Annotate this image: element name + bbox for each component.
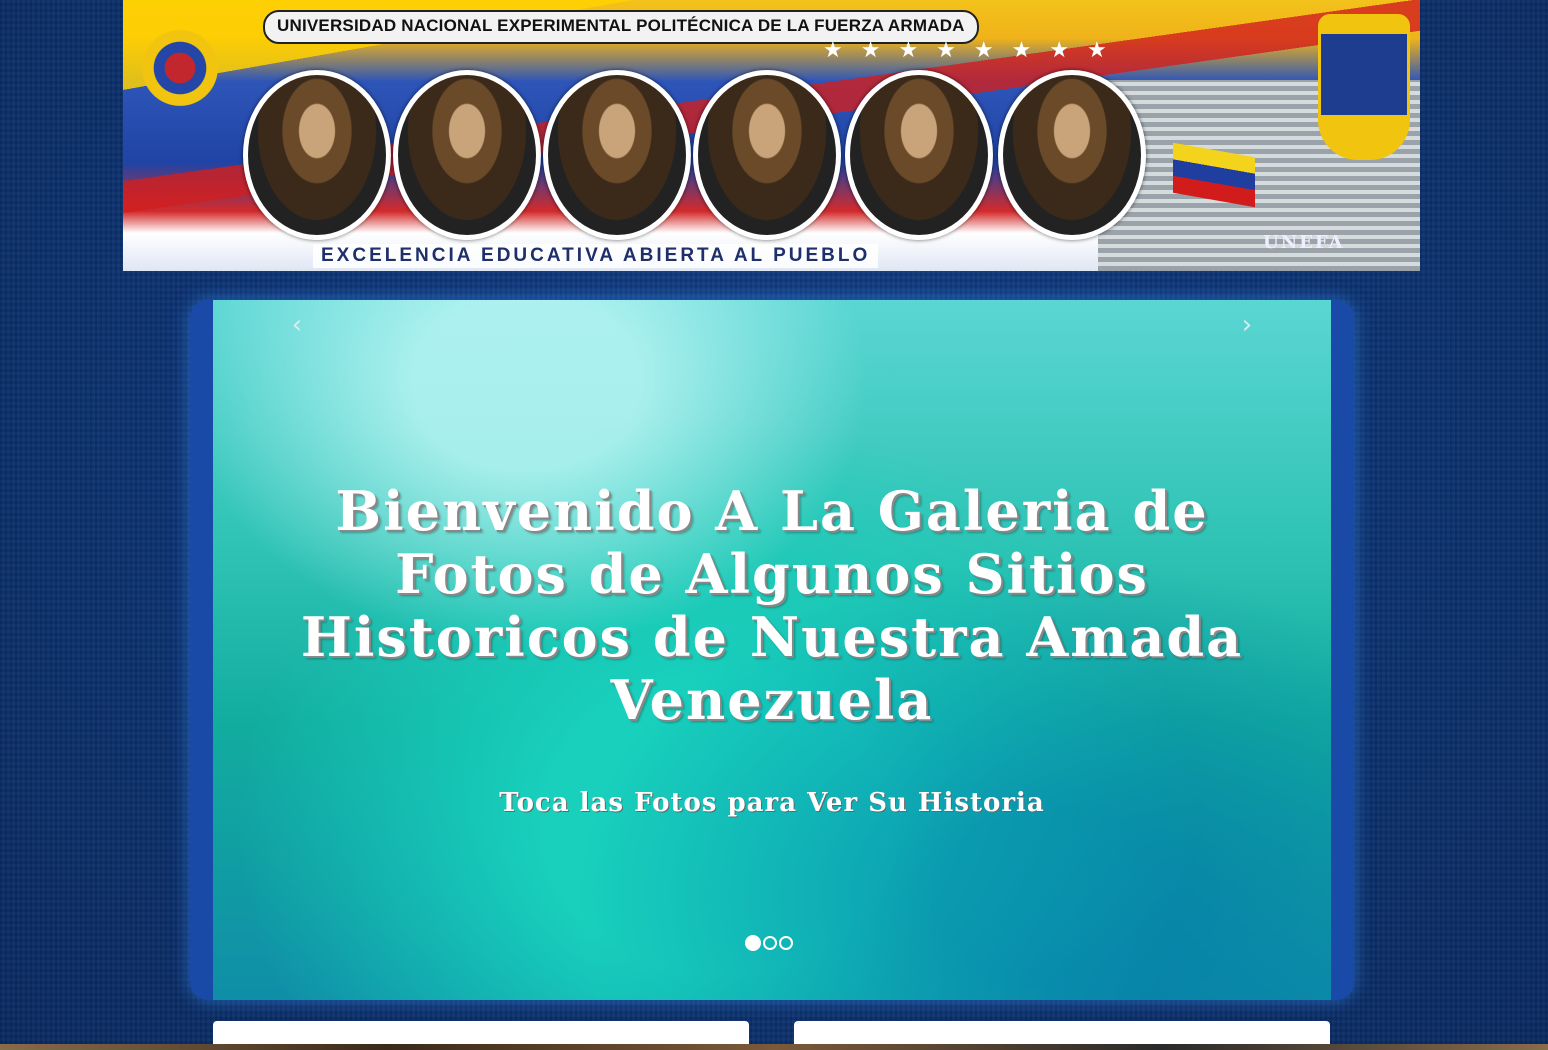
carousel-dot-2[interactable] — [763, 936, 777, 950]
slide-subtitle: Toca las Fotos para Ver Su Historia — [499, 788, 1045, 818]
coat-of-arms-left — [141, 12, 219, 124]
slide-title: Bienvenido A La Galeria de Fotos de Algu… — [300, 479, 1244, 732]
unefa-crest — [1318, 14, 1410, 160]
building-label: UNEFA — [1263, 232, 1345, 253]
banner-stars: ★★★★★★★★ — [823, 38, 1125, 63]
portrait-5 — [845, 70, 993, 240]
carousel-dot-3[interactable] — [779, 936, 793, 950]
carousel-slide[interactable]: ‹ › Bienvenido A La Galeria de Fotos de … — [213, 300, 1331, 1000]
portrait-4 — [693, 70, 841, 240]
portrait-3 — [543, 70, 691, 240]
portrait-6 — [998, 70, 1146, 240]
carousel-pagination — [745, 935, 793, 954]
carousel-prev-arrow-icon[interactable]: ‹ — [282, 310, 312, 340]
carousel-dot-1[interactable] — [745, 935, 761, 951]
carousel-next-arrow-icon[interactable]: › — [1232, 310, 1262, 340]
portrait-2 — [393, 70, 541, 240]
banner-slogan: EXCELENCIA EDUCATIVA ABIERTA AL PUEBLO — [313, 244, 879, 268]
portrait-1 — [243, 70, 391, 240]
bottom-image-strip — [0, 1044, 1548, 1050]
header-banner: UNIVERSIDAD NACIONAL EXPERIMENTAL POLITÉ… — [123, 0, 1420, 271]
carousel-frame: ‹ › Bienvenido A La Galeria de Fotos de … — [190, 300, 1354, 1000]
